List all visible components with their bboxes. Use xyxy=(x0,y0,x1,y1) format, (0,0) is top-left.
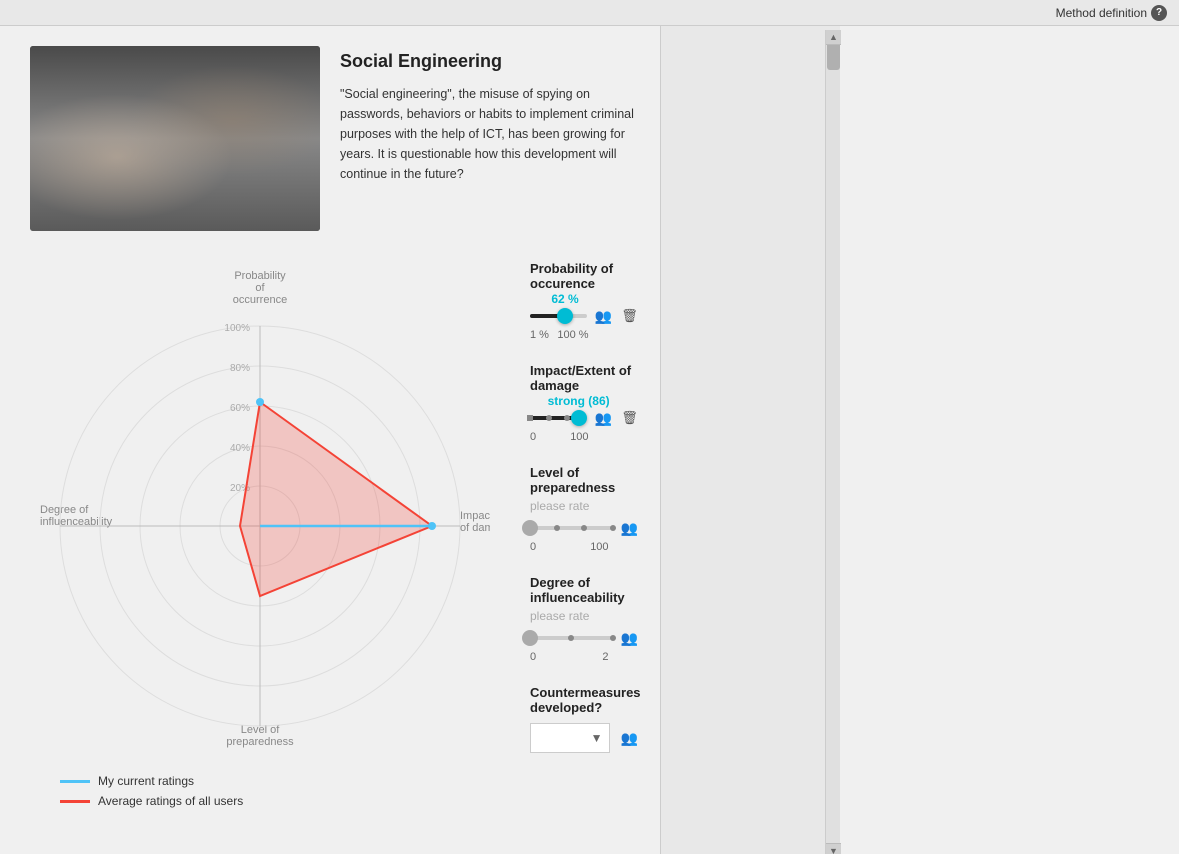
countermeasures-group: Countermeasures developed? Yes No In Pro… xyxy=(530,685,641,753)
radar-label-top: Probability xyxy=(234,270,286,282)
svg-text:occurrence: occurrence xyxy=(233,294,287,306)
probability-people-icon[interactable] xyxy=(593,305,615,327)
header-text: Social Engineering "Social engineering",… xyxy=(340,46,640,231)
avg-ratings-polygon xyxy=(240,402,432,596)
probability-min: 1 % xyxy=(530,329,549,341)
legend-my-ratings-line xyxy=(60,780,90,783)
my-ratings-point-impact xyxy=(428,522,436,530)
scroll-up-button[interactable]: ▲ xyxy=(826,30,841,45)
radar-label-right: Impact/Extent xyxy=(460,510,490,522)
probability-group: Probability of occurence 62 % xyxy=(530,261,641,341)
header-image-placeholder xyxy=(30,46,320,231)
influence-actions xyxy=(619,627,641,649)
probability-actions xyxy=(593,305,641,327)
sliders-section: Probability of occurence 62 % xyxy=(530,261,641,814)
countermeasures-select[interactable]: Yes No In Progress xyxy=(530,723,610,753)
top-bar: Method definition ? xyxy=(0,0,1179,26)
svg-text:60%: 60% xyxy=(230,403,250,414)
probability-slider-wrapper: 62 % xyxy=(530,306,587,326)
influence-label: Degree of influenceability xyxy=(530,575,625,605)
impact-thumb[interactable] xyxy=(571,410,587,426)
method-definition-label: Method definition xyxy=(1056,6,1147,20)
legend-avg-ratings-label: Average ratings of all users xyxy=(98,794,243,808)
influence-people-icon[interactable] xyxy=(619,627,641,649)
legend-avg-ratings: Average ratings of all users xyxy=(60,794,510,808)
my-ratings-point-prob xyxy=(256,398,264,406)
impact-actions xyxy=(593,407,641,429)
countermeasures-dropdown-wrapper[interactable]: Yes No In Progress ▼ xyxy=(530,723,611,753)
impact-max: 100 xyxy=(570,431,588,443)
preparedness-group: Level of preparedness please rate xyxy=(530,465,641,553)
impact-value: strong (86) xyxy=(548,394,610,408)
countermeasures-people-icon[interactable] xyxy=(619,727,641,749)
page-title: Social Engineering xyxy=(340,51,640,72)
header-area: Social Engineering "Social engineering",… xyxy=(30,46,640,231)
content-area: Probability of occurrence Impact/Extent … xyxy=(30,261,640,814)
probability-trash-icon[interactable] xyxy=(619,305,641,327)
legend-my-ratings-label: My current ratings xyxy=(98,774,194,788)
preparedness-please-rate: please rate xyxy=(530,499,641,513)
countermeasures-dropdown-row: Yes No In Progress ▼ xyxy=(530,723,641,753)
influence-please-rate: please rate xyxy=(530,609,641,623)
impact-people-icon[interactable] xyxy=(593,407,615,429)
preparedness-label: Level of preparedness xyxy=(530,465,615,495)
left-panel: Social Engineering "Social engineering",… xyxy=(0,26,660,854)
svg-text:of: of xyxy=(255,282,265,294)
main-content: Social Engineering "Social engineering",… xyxy=(0,26,1179,854)
preparedness-thumb[interactable] xyxy=(522,520,538,536)
influence-min: 0 xyxy=(530,651,536,663)
probability-value: 62 % xyxy=(551,292,578,306)
influence-group: Degree of influenceability please rate xyxy=(530,575,641,663)
radar-chart: Probability of occurrence Impact/Extent … xyxy=(30,261,490,761)
impact-group: Impact/Extent of damage strong ( xyxy=(530,363,641,443)
preparedness-min: 0 xyxy=(530,541,536,553)
influence-thumb[interactable] xyxy=(522,630,538,646)
svg-text:of damage: of damage xyxy=(460,522,490,534)
probability-thumb[interactable] xyxy=(557,308,573,324)
preparedness-max: 100 xyxy=(590,541,608,553)
legend: My current ratings Average ratings of al… xyxy=(30,774,510,808)
radar-label-left: Degree of xyxy=(40,504,89,516)
influence-max: 2 xyxy=(602,651,608,663)
right-panel: ▲ ▼ xyxy=(660,26,840,854)
probability-label: Probability of occurence xyxy=(530,261,641,291)
svg-text:100%: 100% xyxy=(224,323,250,334)
preparedness-actions xyxy=(619,517,641,539)
header-description: "Social engineering", the misuse of spyi… xyxy=(340,84,640,184)
scroll-down-button[interactable]: ▼ xyxy=(826,843,841,854)
legend-avg-ratings-line xyxy=(60,800,90,803)
help-icon[interactable]: ? xyxy=(1151,5,1167,21)
impact-label: Impact/Extent of damage xyxy=(530,363,641,393)
impact-min: 0 xyxy=(530,431,536,443)
chart-section: Probability of occurrence Impact/Extent … xyxy=(30,261,510,814)
svg-text:40%: 40% xyxy=(230,443,250,454)
impact-trash-icon[interactable] xyxy=(619,407,641,429)
svg-text:80%: 80% xyxy=(230,363,250,374)
countermeasures-label: Countermeasures developed? xyxy=(530,685,641,715)
header-image xyxy=(30,46,320,231)
legend-my-ratings: My current ratings xyxy=(60,774,510,788)
countermeasures-actions xyxy=(619,727,641,749)
svg-text:preparedness: preparedness xyxy=(226,736,294,748)
preparedness-people-icon[interactable] xyxy=(619,517,641,539)
probability-max: 100 % xyxy=(557,329,588,341)
